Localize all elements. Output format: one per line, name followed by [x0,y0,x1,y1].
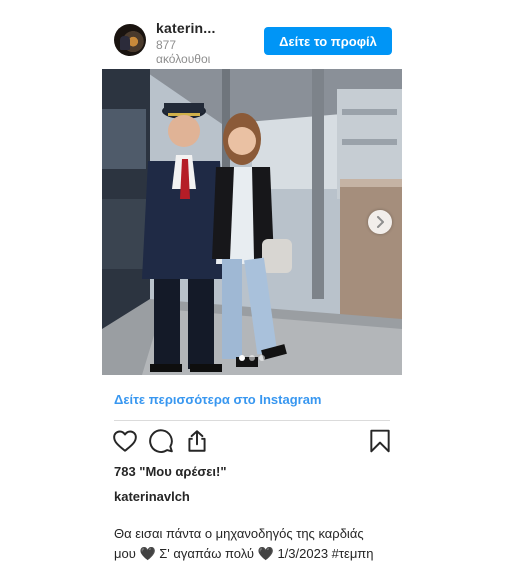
avatar[interactable] [114,24,146,56]
post-photo[interactable] [102,69,402,375]
view-more-on-instagram-link[interactable]: Δείτε περισσότερα στο Instagram [114,392,322,407]
followers-count: 877 [156,38,177,52]
caption-text: Θα εισαι πάντα ο μηχανοδηγός της καρδιάς… [114,524,404,564]
followers-label: ακόλουθοι [156,52,211,66]
photo-illustration [102,69,402,375]
action-bar [102,428,402,458]
divider [114,420,390,421]
username[interactable]: katerin... [156,20,216,36]
caption-line-1: Θα εισαι πάντα ο μηχανοδηγός της καρδιάς [114,526,364,541]
like-button[interactable] [112,428,138,454]
carousel-dot-1 [239,355,245,361]
like-count[interactable]: 783 "Μου αρέσει!" [114,464,226,479]
caption-line-2: μου 🖤 Σ' αγαπάω πολύ 🖤 1/3/2023 #τεμπη [114,546,374,561]
carousel-dot-3 [259,355,265,361]
share-icon [188,430,206,452]
comment-icon [149,429,173,453]
view-profile-button[interactable]: Δείτε το προφίλ [264,27,392,55]
instagram-embed: katerin... 877 ακόλουθοι Δείτε το προφίλ [102,14,402,561]
post-header: katerin... 877 ακόλουθοι Δείτε το προφίλ [102,14,402,70]
carousel-next-button[interactable] [368,210,392,234]
share-button[interactable] [184,428,210,454]
caption-username[interactable]: katerinavlch [114,489,190,504]
save-button[interactable] [367,428,393,454]
carousel-dot-2 [249,355,255,361]
heart-icon [113,430,137,452]
bookmark-icon [370,429,390,453]
carousel-dots [102,355,402,361]
chevron-right-icon [377,216,384,228]
comment-button[interactable] [148,428,174,454]
